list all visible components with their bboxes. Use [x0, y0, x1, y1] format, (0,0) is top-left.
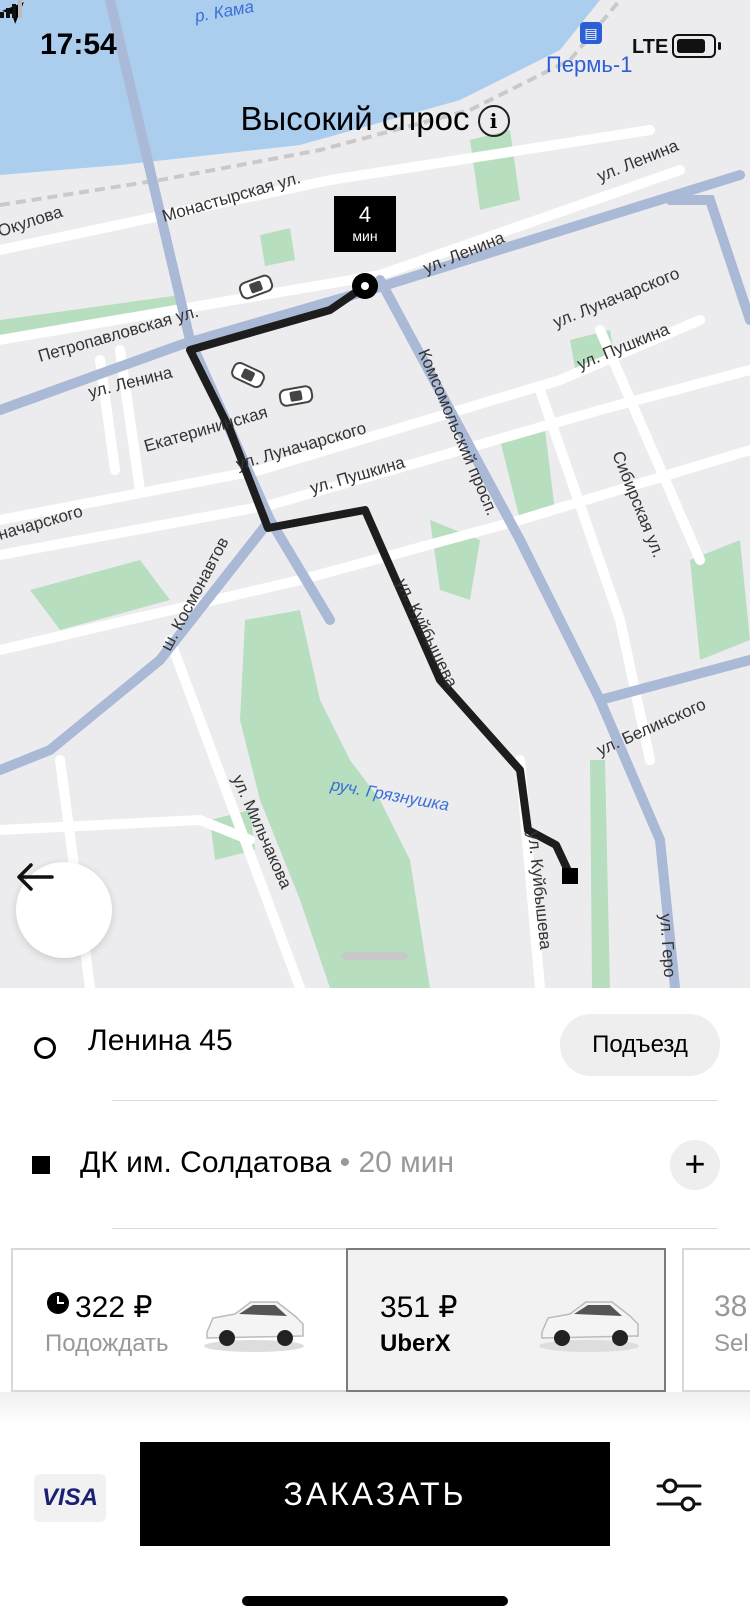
destination-address: ДК им. Солдатова [80, 1146, 332, 1179]
park-top [470, 130, 520, 210]
ride-option-label: Sel [714, 1330, 749, 1357]
car-icon-2 [231, 361, 265, 389]
info-icon[interactable]: i [477, 105, 510, 138]
label-geroev: ул. Геро [656, 913, 679, 978]
battery-icon [672, 34, 721, 58]
ride-option-price: 38 [714, 1290, 748, 1323]
pickup-eta-value: 4 [358, 202, 372, 227]
divider [112, 1228, 718, 1229]
high-demand-text: Высокий спрос [240, 100, 470, 137]
payment-method-button[interactable]: VISA [34, 1474, 106, 1522]
status-time: 17:54 [40, 28, 117, 61]
car-icon-3 [278, 385, 314, 407]
ride-option-label: UberX [380, 1330, 451, 1357]
ride-option-price: 322 ₽ [75, 1291, 153, 1324]
status-bar: 17:54 ▤ LTE Пермь-1 [0, 0, 750, 90]
divider [112, 1100, 718, 1101]
destination-square-icon [32, 1156, 50, 1174]
ride-option-wait[interactable]: 322 ₽ Подождать [11, 1248, 349, 1392]
ride-option-uberx[interactable]: 351 ₽ UberX [346, 1248, 666, 1392]
park-small [260, 228, 295, 266]
map-place-label: Пермь-1 [546, 52, 633, 77]
high-demand-banner[interactable]: Высокий спрос i [0, 100, 750, 138]
map[interactable]: р. Кама Окулова Монастырская ул. ул. Лен… [0, 0, 750, 988]
pickup-dot-icon [34, 1037, 56, 1059]
pickup-eta-badge: 4 мин [334, 196, 396, 252]
order-button[interactable]: ЗАКАЗАТЬ [140, 1442, 610, 1546]
entrance-button[interactable]: Подъезд [560, 1014, 720, 1076]
arrow-left-icon [17, 863, 54, 891]
ride-option-label: Подождать [45, 1330, 169, 1357]
car-icon [539, 1301, 639, 1352]
filter-settings-icon[interactable] [656, 1474, 702, 1516]
label-ekaterininskaya: Екатерининская [142, 402, 270, 455]
label-pushkina-2: ул. Пушкина [308, 453, 408, 498]
pickup-address[interactable]: Ленина 45 [88, 1024, 233, 1058]
back-button[interactable] [16, 862, 112, 958]
add-stop-button[interactable]: + [670, 1140, 720, 1190]
network-type: LTE [632, 36, 669, 58]
label-komsomolsky: Комсомольский просп. [414, 346, 501, 518]
panel-shadow [0, 1392, 750, 1426]
car-icon [204, 1301, 304, 1352]
map-canvas[interactable]: р. Кама Окулова Монастырская ул. ул. Лен… [0, 0, 750, 988]
destination-field[interactable]: ДК им. Солдатова • 20 мин [80, 1146, 454, 1180]
home-indicator[interactable] [242, 1596, 508, 1606]
destination-eta: • 20 мин [339, 1146, 455, 1179]
train-station-icon: ▤ [580, 22, 602, 44]
destination-pin [562, 868, 578, 884]
clock-icon [47, 1292, 69, 1314]
signal-icon [0, 0, 22, 18]
sheet-drag-handle[interactable] [342, 952, 408, 960]
ride-option-price: 351 ₽ [380, 1291, 458, 1324]
ride-option-select[interactable]: 38 Sel [682, 1248, 750, 1392]
pickup-eta-unit: мин [352, 228, 378, 244]
park-strip [590, 760, 610, 988]
park-komsomol [500, 430, 555, 520]
